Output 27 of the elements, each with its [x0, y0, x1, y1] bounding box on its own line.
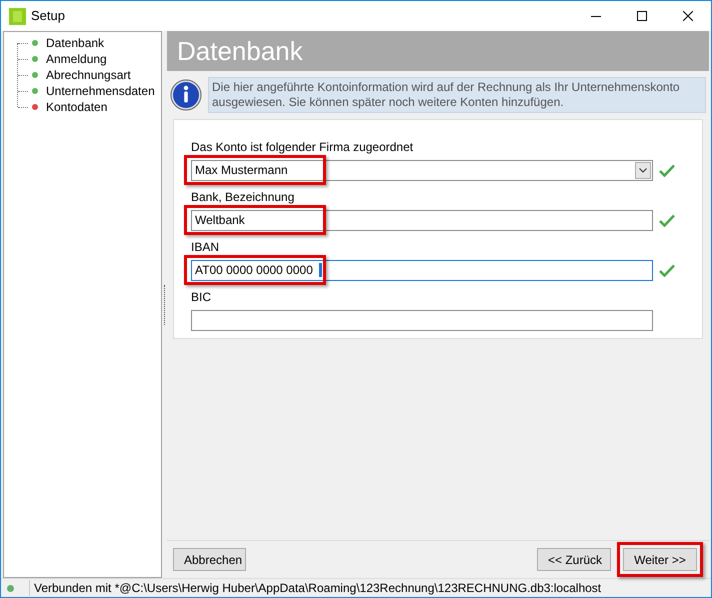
window-title: Setup: [31, 7, 65, 26]
page-title: Datenbank: [177, 34, 303, 68]
info-message: Die hier angeführte Kontoinformation wird auf der Rechnung als Ihr Unternehmenskonto ausgewiesen. Sie können später noch weitere Konten hinzufügen.: [208, 77, 706, 113]
input-field[interactable]: AT00 0000 0000 0000: [191, 260, 653, 280]
tree-item[interactable]: Anmeldung: [46, 50, 107, 68]
input-field[interactable]: Weltbank: [191, 210, 653, 230]
info-icon: [170, 79, 202, 111]
wizard-button[interactable]: Weiter >>: [623, 548, 697, 571]
input-field[interactable]: [191, 310, 653, 330]
field-label: Bank, Bezeichnung: [191, 190, 294, 204]
chevron-down-icon: [639, 168, 647, 172]
tree-item[interactable]: Abrechnungsart: [46, 66, 131, 84]
close-icon: [683, 11, 693, 21]
field-label: BIC: [191, 290, 212, 304]
field-label: IBAN: [191, 240, 220, 254]
app-icon: [9, 8, 26, 24]
wizard-button[interactable]: Abbrechen: [173, 548, 246, 571]
dropdown-field[interactable]: Max Mustermann: [191, 160, 653, 180]
tree-item[interactable]: Kontodaten: [46, 98, 108, 116]
connection-status-icon: [7, 584, 14, 592]
status-text: Verbunden mit *@C:\Users\Herwig Huber\AppData\Roaming\123Rechnung\123RECHNUNG.db3:localhost: [34, 580, 602, 597]
tree-item[interactable]: Unternehmensdaten: [46, 82, 155, 100]
maximize-icon: [637, 11, 647, 21]
tree-item[interactable]: Datenbank: [46, 34, 104, 52]
dropdown-button[interactable]: [635, 162, 651, 178]
wizard-button[interactable]: << Zurück: [537, 548, 611, 571]
field-label: Das Konto ist folgender Firma zugeordnet: [191, 140, 414, 154]
